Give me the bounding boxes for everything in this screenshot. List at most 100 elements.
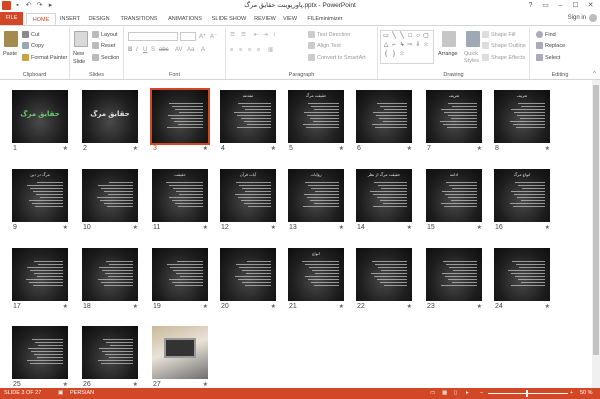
brace-shape-icon[interactable]: } (391, 51, 397, 57)
tab-animations[interactable]: ANIMATIONS (164, 13, 206, 25)
new-slide-button[interactable]: New (73, 51, 84, 57)
slide-preview[interactable]: انواع (288, 248, 344, 301)
slide-preview[interactable] (82, 326, 138, 379)
quick-styles-button[interactable]: Quick (464, 51, 478, 57)
slide-thumbnail[interactable]: 23 ★ (426, 248, 482, 310)
line-shape-icon[interactable]: ╲ (391, 33, 397, 39)
transition-star-icon[interactable]: ★ (339, 303, 344, 310)
sign-in-link[interactable]: Sign in (568, 15, 586, 21)
rounded-rect-shape-icon[interactable]: ▢ (423, 33, 429, 39)
shadow-icon[interactable]: S (151, 47, 155, 53)
ribbon-display-options-button[interactable]: ▭ (538, 0, 553, 11)
slide-preview[interactable] (82, 169, 138, 222)
slide-preview[interactable]: حقایق مرگ (82, 90, 138, 143)
tab-transitions[interactable]: TRANSITIONS (117, 13, 161, 25)
slide-preview[interactable]: تعریف (494, 90, 550, 143)
language-indicator[interactable]: PERSIAN (70, 390, 94, 396)
vertical-scrollbar[interactable] (592, 80, 600, 388)
transition-star-icon[interactable]: ★ (271, 303, 276, 310)
align-center-icon[interactable]: ≡ (239, 47, 242, 53)
new-slide-button-line2[interactable]: Slide (73, 59, 85, 65)
slide-preview[interactable]: انواع مرگ (494, 169, 550, 222)
transition-star-icon[interactable]: ★ (203, 224, 208, 231)
slide-thumbnail[interactable]: 27 ★ (152, 326, 208, 388)
slide-thumbnail[interactable]: انواع 21 ★ (288, 248, 344, 310)
slide-thumbnail[interactable]: انواع مرگ 16 ★ (494, 169, 550, 231)
align-right-icon[interactable]: ≡ (248, 47, 251, 53)
paste-icon[interactable] (4, 31, 18, 47)
slide-thumbnail[interactable]: 10 ★ (82, 169, 138, 231)
reset-button[interactable]: Reset (92, 42, 115, 49)
slide-preview[interactable]: آیات قرآن (220, 169, 276, 222)
slide-thumbnail[interactable]: 22 ★ (356, 248, 412, 310)
slide-sorter-view-icon[interactable]: ▦ (442, 390, 447, 396)
transition-star-icon[interactable]: ★ (407, 145, 412, 152)
avatar[interactable] (589, 14, 597, 22)
zoom-out-icon[interactable]: – (480, 390, 483, 396)
spellcheck-icon[interactable]: ▣ (58, 390, 63, 396)
slide-preview[interactable] (12, 248, 68, 301)
maximize-button[interactable]: ☐ (568, 0, 583, 11)
slide-thumbnail[interactable]: 25 ★ (12, 326, 68, 388)
transition-star-icon[interactable]: ★ (545, 224, 550, 231)
slide-preview[interactable]: حقیقت مرگ از نظر (356, 169, 412, 222)
slide-preview[interactable] (356, 90, 412, 143)
arrange-icon[interactable] (442, 31, 456, 47)
slide-preview[interactable]: حقیقت مرگ (288, 90, 344, 143)
transition-star-icon[interactable]: ★ (407, 303, 412, 310)
slide-preview[interactable] (82, 248, 138, 301)
slide-thumbnail[interactable]: 3 ★ (150, 88, 210, 152)
slide-preview[interactable]: حقیقت (152, 169, 208, 222)
slide-thumbnail[interactable]: 24 ★ (494, 248, 550, 310)
transition-star-icon[interactable]: ★ (133, 145, 138, 152)
slide-thumbnail[interactable]: تعریف 8 ★ (494, 90, 550, 152)
columns-icon[interactable]: ▥ (268, 47, 273, 53)
slide-preview[interactable] (152, 326, 208, 379)
slide-preview[interactable]: مقدمه (220, 90, 276, 143)
arrange-button[interactable]: Arrange (438, 51, 458, 57)
brace-shape-icon[interactable]: { (383, 51, 389, 57)
transition-star-icon[interactable]: ★ (477, 145, 482, 152)
transition-star-icon[interactable]: ★ (133, 224, 138, 231)
slide-preview[interactable]: تعریف (426, 90, 482, 143)
cut-button[interactable]: Cut (22, 31, 40, 38)
slide-thumbnail[interactable]: 17 ★ (12, 248, 68, 310)
numbering-icon[interactable]: ☰ (241, 32, 246, 38)
line-shape-icon[interactable]: ╲ (399, 33, 405, 39)
star-shape-icon[interactable]: ☆ (399, 51, 405, 57)
help-button[interactable]: ? (523, 0, 538, 11)
slide-preview[interactable] (426, 248, 482, 301)
slide-thumbnail[interactable]: ادامه 15 ★ (426, 169, 482, 231)
replace-button[interactable]: Replace (536, 42, 565, 49)
transition-star-icon[interactable]: ★ (63, 381, 68, 388)
transition-star-icon[interactable]: ★ (271, 224, 276, 231)
paste-button[interactable]: Paste (3, 51, 17, 57)
tab-home[interactable]: HOME (26, 13, 56, 25)
italic-icon[interactable]: I (136, 47, 138, 53)
transition-star-icon[interactable]: ★ (63, 145, 68, 152)
shape-outline-button[interactable]: Shape Outline (482, 42, 526, 49)
zoom-slider[interactable] (488, 393, 568, 394)
shape-fill-button[interactable]: Shape Fill (482, 31, 515, 38)
increase-indent-icon[interactable]: ⇥ (263, 32, 268, 38)
font-family-dropdown[interactable] (128, 32, 178, 41)
shapes-gallery[interactable]: ▭ ╲ ╲ □ ○ ▢ △ ⌐ ↳ ⇨ ⇩ ☆ { } ☆ (380, 30, 434, 64)
font-size-dropdown[interactable] (180, 32, 196, 41)
arrow-right-shape-icon[interactable]: ⇨ (407, 42, 413, 48)
transition-star-icon[interactable]: ★ (203, 381, 208, 388)
slide-preview[interactable]: ادامه (426, 169, 482, 222)
tab-slide-show[interactable]: SLIDE SHOW (209, 13, 249, 25)
format-painter-button[interactable]: Format Painter (22, 54, 67, 61)
slide-thumbnail[interactable]: مرگ در دین 9 ★ (12, 169, 68, 231)
slide-thumbnail[interactable]: 18 ★ (82, 248, 138, 310)
line-spacing-icon[interactable]: ↕ (273, 32, 276, 38)
slide-thumbnail[interactable]: حقایق مرگ 2 ★ (82, 90, 138, 152)
slide-thumbnail[interactable]: حقیقت 11 ★ (152, 169, 208, 231)
select-button[interactable]: Select (536, 54, 560, 61)
slide-preview[interactable] (494, 248, 550, 301)
connector-shape-icon[interactable]: ↳ (399, 42, 405, 48)
close-button[interactable]: ✕ (583, 0, 598, 11)
text-direction-button[interactable]: Text Direction (308, 31, 350, 38)
decrease-indent-icon[interactable]: ⇤ (254, 32, 259, 38)
collapse-ribbon-icon[interactable]: ^ (593, 71, 596, 77)
